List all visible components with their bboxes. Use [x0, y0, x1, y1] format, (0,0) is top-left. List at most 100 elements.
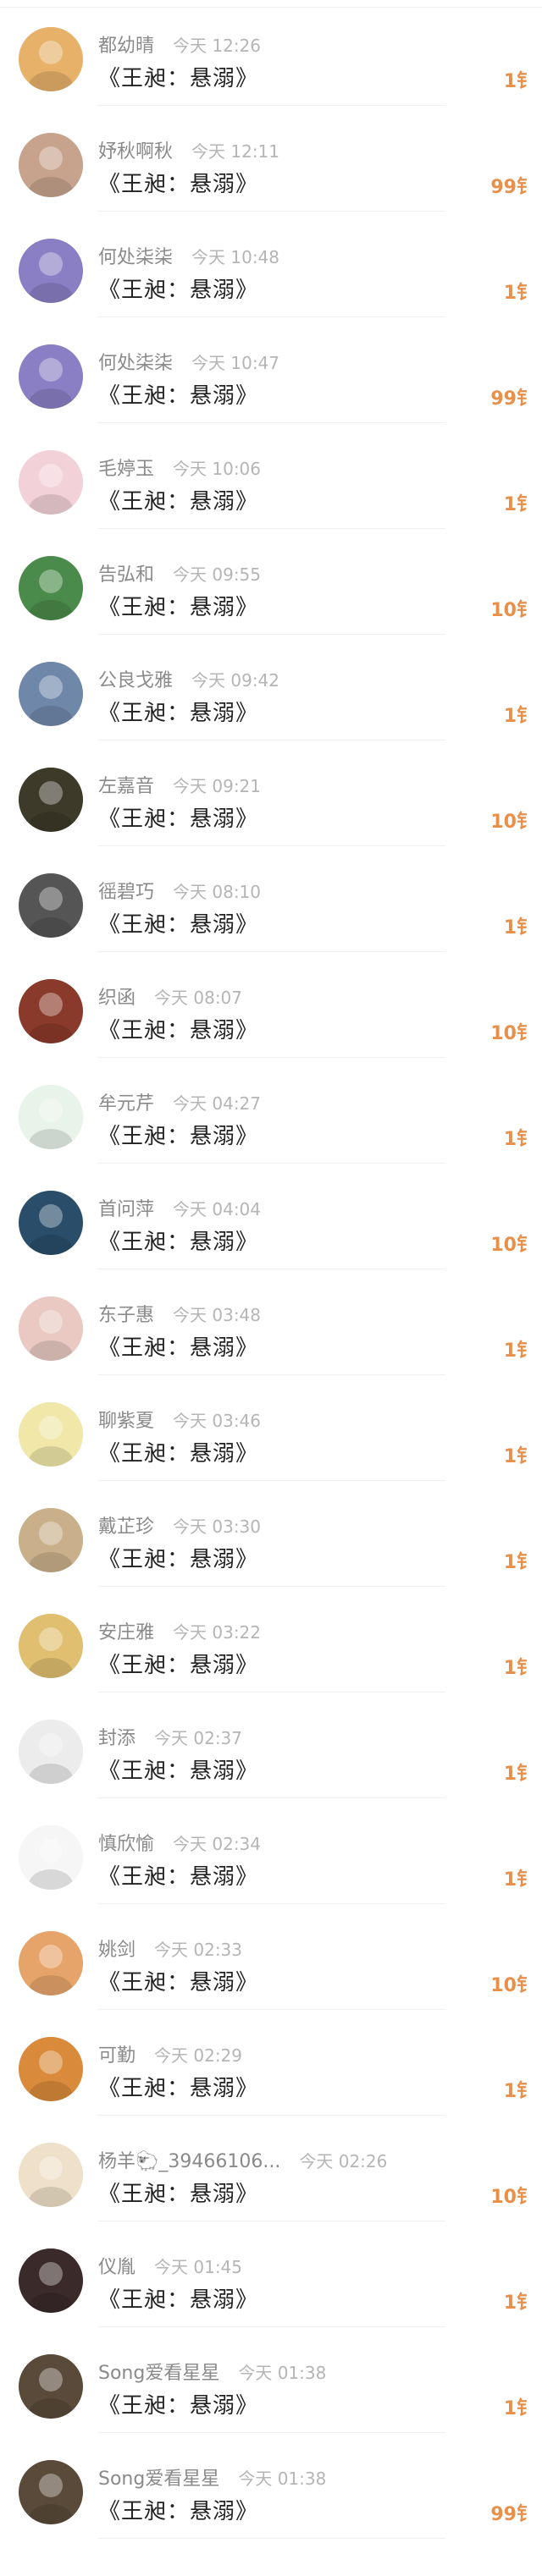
item-meta: 封添 今天 02:37: [98, 1723, 242, 1750]
username[interactable]: 徭碧巧: [98, 877, 154, 904]
list-item[interactable]: 戴芷珍 今天 03:30 《王昶：悬溺》 1钅: [0, 1481, 542, 1587]
list-item[interactable]: 首问萍 今天 04:04 《王昶：悬溺》 10钅: [0, 1164, 542, 1269]
list-item[interactable]: 告弘和 今天 09:55 《王昶：悬溺》 10钅: [0, 529, 542, 635]
item-title: 《王昶：悬溺》: [98, 701, 259, 726]
list-item[interactable]: 妤秋啊秋 今天 12:11 《王昶：悬溺》 99钅: [0, 106, 542, 212]
avatar-icon[interactable]: [19, 1614, 83, 1678]
username[interactable]: 聊紫夏: [98, 1406, 154, 1433]
username[interactable]: 何处柒柒: [98, 242, 173, 269]
avatar-icon[interactable]: [19, 2460, 83, 2524]
list-item[interactable]: 左嘉音 今天 09:21 《王昶：悬溺》 10钅: [0, 740, 542, 846]
gift-amount: 1钅: [503, 1869, 535, 1891]
avatar-icon[interactable]: [19, 556, 83, 620]
avatar-icon[interactable]: [19, 1402, 83, 1467]
username[interactable]: 都幼晴: [98, 30, 154, 58]
item-meta: 徭碧巧 今天 08:10: [98, 877, 261, 904]
item-meta: 戴芷珍 今天 03:30: [98, 1511, 261, 1538]
username[interactable]: 左嘉音: [98, 771, 154, 798]
avatar-icon[interactable]: [19, 1296, 83, 1361]
username[interactable]: 姚剑: [98, 1935, 136, 1962]
item-meta: 仪胤 今天 01:45: [98, 2252, 242, 2279]
avatar-icon[interactable]: [19, 344, 83, 409]
list-item[interactable]: 毛婷玉 今天 10:06 《王昶：悬溺》 1钅: [0, 423, 542, 529]
username[interactable]: 首问萍: [98, 1194, 154, 1221]
timestamp: 今天 08:07: [154, 987, 243, 1008]
item-title: 《王昶：悬溺》: [98, 595, 259, 620]
list-item[interactable]: 仪胤 今天 01:45 《王昶：悬溺》 1钅: [0, 2221, 542, 2327]
item-title: 《王昶：悬溺》: [98, 1018, 259, 1043]
username[interactable]: Song爱看星星: [98, 2463, 219, 2491]
timestamp: 今天 02:33: [154, 1939, 243, 1960]
username[interactable]: 告弘和: [98, 559, 154, 586]
list-item[interactable]: 封添 今天 02:37 《王昶：悬溺》 1钅: [0, 1693, 542, 1798]
username[interactable]: 可勤: [98, 2040, 136, 2067]
list-item[interactable]: 可勤 今天 02:29 《王昶：悬溺》 1钅: [0, 2010, 542, 2116]
username[interactable]: Song爱看星星: [98, 2358, 219, 2385]
avatar-icon[interactable]: [19, 450, 83, 515]
username[interactable]: 何处柒柒: [98, 348, 173, 375]
list-item[interactable]: 都幼晴 今天 12:26 《王昶：悬溺》 1钅: [0, 0, 542, 106]
avatar-icon[interactable]: [19, 873, 83, 938]
avatar-icon[interactable]: [19, 1191, 83, 1255]
avatar-icon[interactable]: [19, 662, 83, 726]
list-item[interactable]: 安庄雅 今天 03:22 《王昶：悬溺》 1钅: [0, 1587, 542, 1693]
avatar-icon[interactable]: [19, 1825, 83, 1890]
item-title: 《王昶：悬溺》: [98, 2393, 259, 2419]
avatar-icon[interactable]: [19, 979, 83, 1043]
avatar-icon[interactable]: [19, 1085, 83, 1149]
gift-amount: 1钅: [503, 1446, 535, 1467]
gift-amount: 1钅: [503, 2398, 535, 2419]
avatar-icon[interactable]: [19, 2248, 83, 2313]
list-item[interactable]: 织函 今天 08:07 《王昶：悬溺》 10钅: [0, 952, 542, 1058]
avatar-icon[interactable]: [19, 1720, 83, 1784]
username[interactable]: 仪胤: [98, 2252, 136, 2279]
list-item[interactable]: 东子惠 今天 03:48 《王昶：悬溺》 1钅: [0, 1269, 542, 1375]
item-meta: 妤秋啊秋 今天 12:11: [98, 136, 279, 163]
timestamp: 今天 09:55: [173, 564, 262, 585]
item-title: 《王昶：悬溺》: [98, 383, 259, 409]
item-title: 《王昶：悬溺》: [98, 489, 259, 515]
list-item[interactable]: Song爱看星星 今天 01:38 《王昶：悬溺》 1钅: [0, 2327, 542, 2433]
username[interactable]: 织函: [98, 983, 136, 1010]
username[interactable]: 妤秋啊秋: [98, 136, 173, 163]
username[interactable]: 东子惠: [98, 1300, 154, 1327]
list-item[interactable]: 何处柒柒 今天 10:47 《王昶：悬溺》 99钅: [0, 317, 542, 423]
item-meta: 可勤 今天 02:29: [98, 2040, 242, 2067]
username[interactable]: 戴芷珍: [98, 1511, 154, 1538]
item-meta: Song爱看星星 今天 01:38: [98, 2463, 326, 2491]
item-meta: 何处柒柒 今天 10:47: [98, 348, 279, 375]
avatar-icon[interactable]: [19, 1931, 83, 1995]
username[interactable]: 安庄雅: [98, 1617, 154, 1644]
timestamp: 今天 02:37: [154, 1727, 243, 1748]
list-item[interactable]: 徭碧巧 今天 08:10 《王昶：悬溺》 1钅: [0, 846, 542, 952]
list-item[interactable]: 姚剑 今天 02:33 《王昶：悬溺》 10钅: [0, 1904, 542, 2010]
username[interactable]: 封添: [98, 1723, 136, 1750]
list-item[interactable]: 聊紫夏 今天 03:46 《王昶：悬溺》 1钅: [0, 1375, 542, 1481]
list-item[interactable]: 慎欣愉 今天 02:34 《王昶：悬溺》 1钅: [0, 1798, 542, 1904]
avatar-icon[interactable]: [19, 133, 83, 197]
username[interactable]: 慎欣愉: [98, 1829, 154, 1856]
list-item[interactable]: 杨羊🐑_39466106... 今天 02:26 《王昶：悬溺》 10钅: [0, 2116, 542, 2221]
gift-amount: 1钅: [503, 2081, 535, 2102]
username[interactable]: 牟元芹: [98, 1088, 154, 1115]
username[interactable]: 杨羊🐑_39466106...: [98, 2146, 280, 2173]
username[interactable]: 公良戈雅: [98, 665, 173, 692]
item-meta: 织函 今天 08:07: [98, 983, 242, 1010]
gift-amount: 1钅: [503, 494, 535, 515]
avatar-icon[interactable]: [19, 768, 83, 832]
avatar-icon[interactable]: [19, 27, 83, 91]
avatar-icon[interactable]: [19, 2354, 83, 2419]
avatar-icon[interactable]: [19, 1508, 83, 1572]
avatar-icon[interactable]: [19, 2143, 83, 2207]
item-title: 《王昶：悬溺》: [98, 1653, 259, 1678]
list-item[interactable]: 公良戈雅 今天 09:42 《王昶：悬溺》 1钅: [0, 635, 542, 740]
timestamp: 今天 10:06: [173, 458, 262, 479]
timestamp: 今天 08:10: [173, 881, 262, 902]
list-item[interactable]: 何处柒柒 今天 10:48 《王昶：悬溺》 1钅: [0, 212, 542, 317]
item-title: 《王昶：悬溺》: [98, 1970, 259, 1995]
list-item[interactable]: Song爱看星星 今天 01:38 《王昶：悬溺》 99钅: [0, 2433, 542, 2539]
avatar-icon[interactable]: [19, 239, 83, 303]
username[interactable]: 毛婷玉: [98, 454, 154, 481]
list-item[interactable]: 牟元芹 今天 04:27 《王昶：悬溺》 1钅: [0, 1058, 542, 1164]
avatar-icon[interactable]: [19, 2037, 83, 2101]
